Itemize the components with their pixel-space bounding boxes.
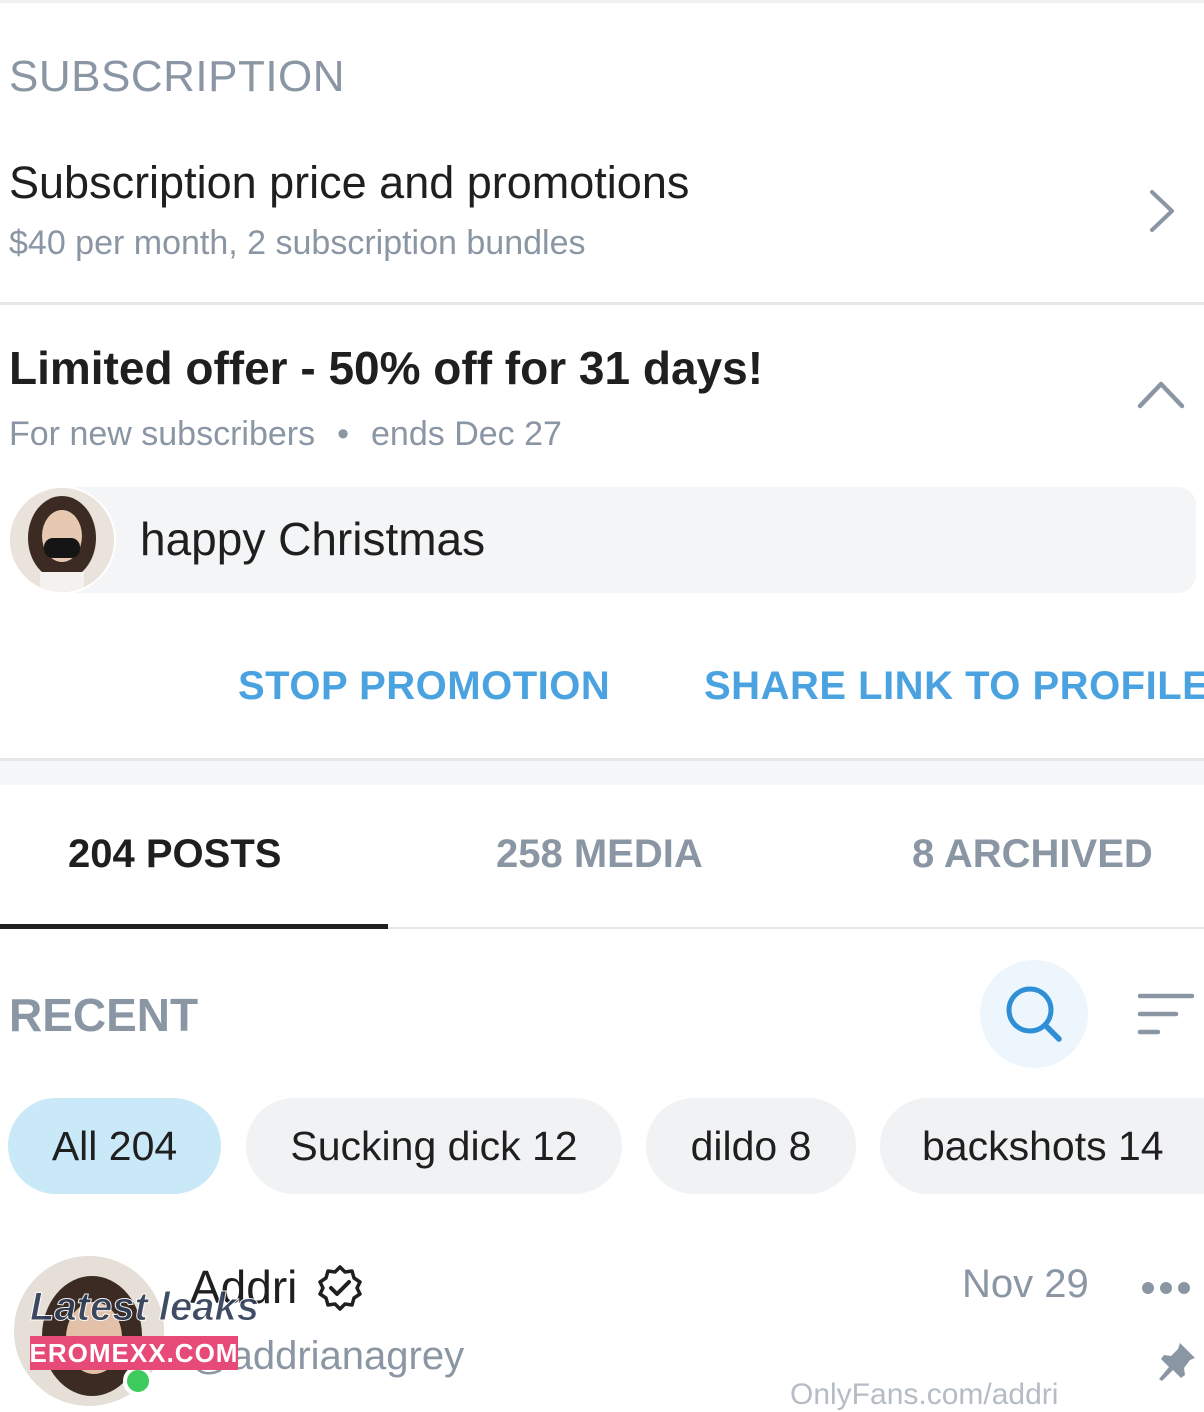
tab-media[interactable]: 258 MEDIA [496,832,703,877]
active-tab-indicator [0,924,388,929]
verified-icon [318,1265,362,1311]
more-icon[interactable] [1140,1278,1192,1298]
pin-icon [1159,1343,1195,1381]
chip-all[interactable]: All 204 [8,1098,221,1194]
search-button[interactable] [980,960,1088,1068]
watermark-badge: EROMEXX.COM [30,1336,238,1370]
separator-dot: • [337,415,350,453]
avatar-image [10,488,114,592]
promotion-title: Limited offer - 50% off for 31 days! [9,342,764,394]
promotion-end-date: ends Dec 27 [371,415,562,453]
chip-sucking-dick[interactable]: Sucking dick 12 [246,1098,622,1194]
tab-archived[interactable]: 8 ARCHIVED [912,832,1153,877]
promotion-audience: For new subscribers [9,415,316,453]
tab-posts[interactable]: 204 POSTS [68,832,281,877]
post-text-preview: OnlyFans.com/addri [790,1378,1059,1411]
promotion-subtitle: For new subscribers • ends Dec 27 [9,415,562,454]
chip-backshots[interactable]: backshots 14 [880,1098,1204,1194]
stop-promotion-button[interactable]: STOP PROMOTION [238,664,610,709]
watermark-text: Latest leaks [29,1285,260,1330]
top-divider [0,0,1204,3]
avatar [8,486,116,594]
divider [0,302,1204,305]
price-row-subtitle: $40 per month, 2 subscription bundles [9,224,586,262]
chevron-up-icon[interactable] [1134,372,1188,416]
share-link-button[interactable]: SHARE LINK TO PROFILE [704,664,1204,709]
sort-label: RECENT [9,989,199,1041]
post-date: Nov 29 [962,1262,1089,1306]
section-title: SUBSCRIPTION [9,52,346,101]
promotion-message: happy Christmas [140,513,486,565]
sort-icon[interactable] [1134,988,1196,1040]
chip-dildo[interactable]: dildo 8 [646,1098,856,1194]
price-row-title: Subscription price and promotions [9,157,690,208]
search-icon [1006,986,1062,1042]
section-gap [0,761,1204,785]
chevron-right-icon[interactable] [1138,186,1188,236]
